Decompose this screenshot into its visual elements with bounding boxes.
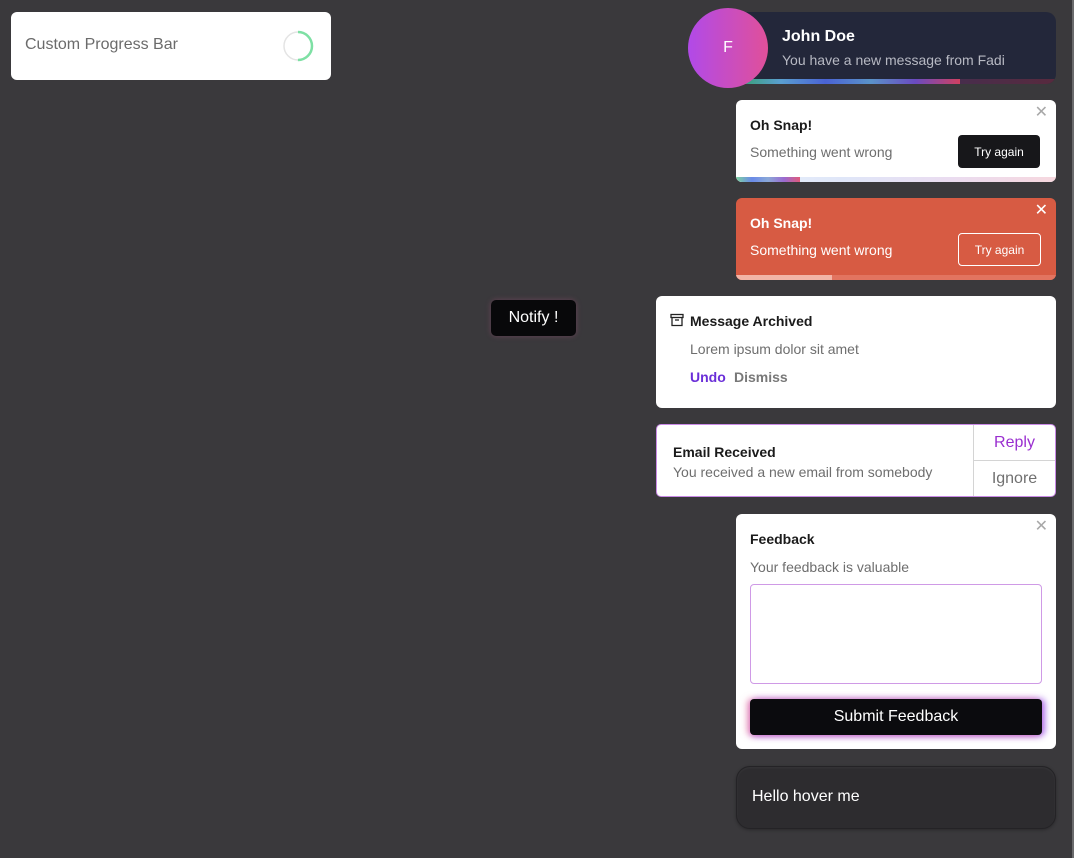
- email-toast: Email Received You received a new email …: [656, 424, 1056, 497]
- reply-button[interactable]: Reply: [974, 425, 1055, 461]
- close-icon[interactable]: ✕: [1035, 519, 1048, 535]
- feedback-toast: ✕ Feedback Your feedback is valuable Sub…: [736, 514, 1056, 749]
- try-again-button[interactable]: Try again: [958, 233, 1041, 266]
- error-toast-message: Something went wrong: [750, 242, 893, 258]
- message-toast[interactable]: John Doe You have a new message from Fad…: [736, 12, 1056, 84]
- message-toast-title: John Doe: [782, 28, 855, 45]
- notify-button[interactable]: Notify !: [491, 300, 576, 336]
- email-actions: Reply Ignore: [973, 425, 1055, 496]
- error-toast-message: Something went wrong: [750, 144, 893, 160]
- email-toast-title: Email Received: [673, 444, 776, 460]
- custom-progress-card: Custom Progress Bar: [11, 12, 331, 80]
- dismiss-button[interactable]: Dismiss: [734, 369, 788, 385]
- feedback-input[interactable]: [750, 584, 1042, 684]
- custom-progress-label: Custom Progress Bar: [25, 36, 178, 53]
- error-toast-light: ✕ Oh Snap! Something went wrong Try agai…: [736, 100, 1056, 182]
- archived-toast: Message Archived Lorem ipsum dolor sit a…: [656, 296, 1056, 408]
- message-toast-text: You have a new message from Fadi: [782, 52, 1005, 68]
- feedback-message: Your feedback is valuable: [750, 559, 910, 575]
- close-icon[interactable]: ✕: [1035, 105, 1048, 121]
- feedback-title: Feedback: [750, 531, 815, 547]
- ignore-button[interactable]: Ignore: [974, 461, 1055, 496]
- undo-button[interactable]: Undo: [690, 369, 726, 385]
- progress-fill: [736, 275, 832, 280]
- submit-feedback-button[interactable]: Submit Feedback: [750, 699, 1042, 735]
- try-again-button[interactable]: Try again: [958, 135, 1040, 168]
- error-toast-title: Oh Snap!: [750, 215, 813, 231]
- error-toast-title: Oh Snap!: [750, 117, 813, 133]
- close-icon[interactable]: ✕: [1035, 203, 1048, 219]
- progress-fill: [736, 177, 800, 182]
- email-toast-message: You received a new email from somebody: [673, 464, 933, 480]
- error-toast-red: ✕ Oh Snap! Something went wrong Try agai…: [736, 198, 1056, 280]
- circular-progress: [282, 30, 314, 62]
- progress-fill: [736, 79, 960, 84]
- archived-toast-title: Message Archived: [690, 313, 813, 329]
- hover-card[interactable]: Hello hover me: [736, 766, 1056, 829]
- hover-card-label: Hello hover me: [752, 788, 860, 805]
- archive-icon: [670, 313, 684, 327]
- avatar: F: [688, 8, 768, 88]
- archived-toast-message: Lorem ipsum dolor sit amet: [690, 341, 859, 357]
